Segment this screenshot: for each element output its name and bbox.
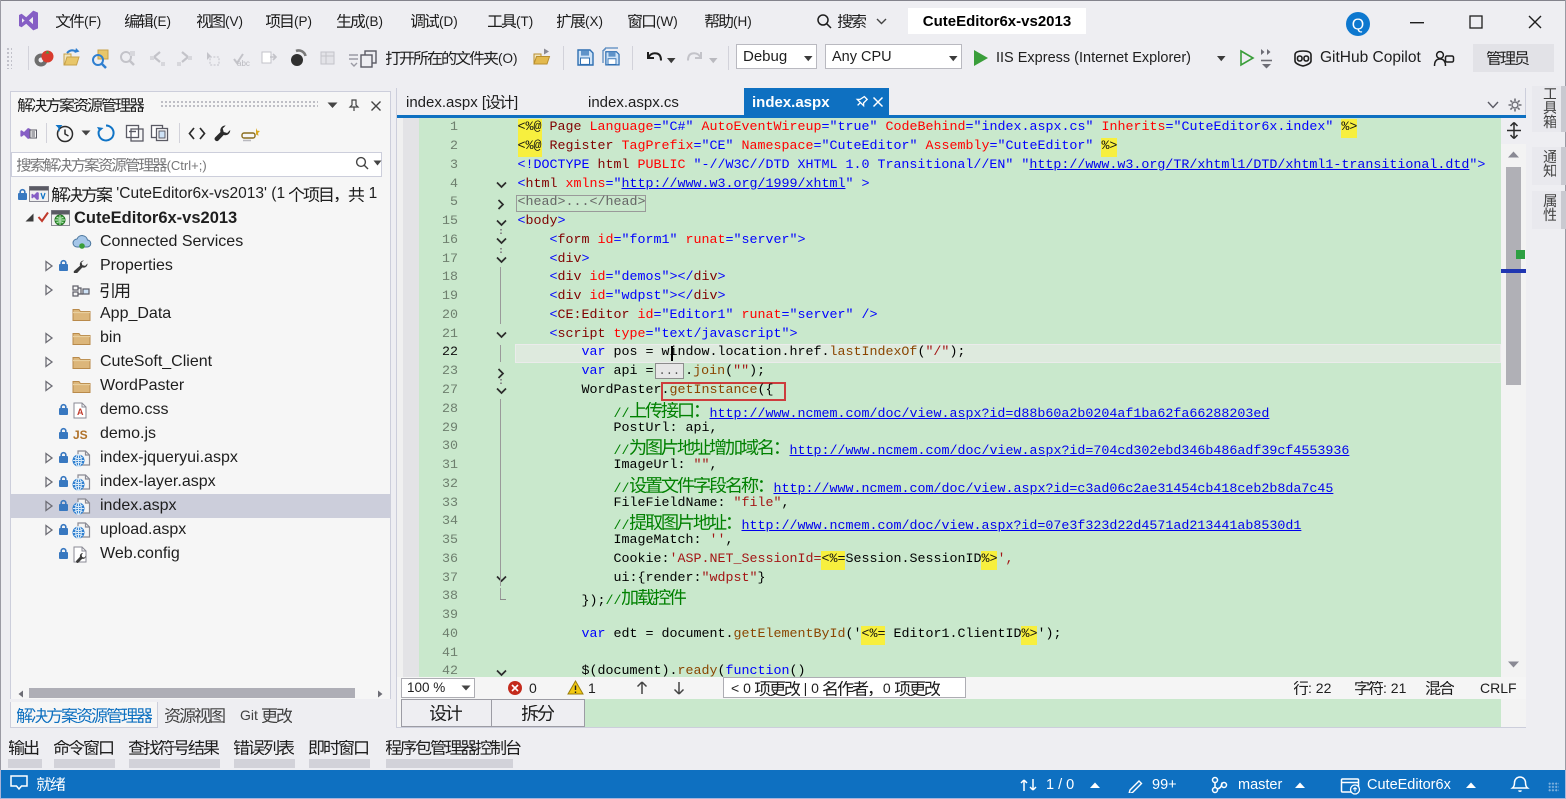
svg-text:abc: abc — [237, 59, 250, 68]
svg-text:A: A — [77, 407, 84, 417]
svg-text:JS: JS — [73, 428, 88, 441]
svg-text:Q: Q — [1352, 17, 1364, 34]
